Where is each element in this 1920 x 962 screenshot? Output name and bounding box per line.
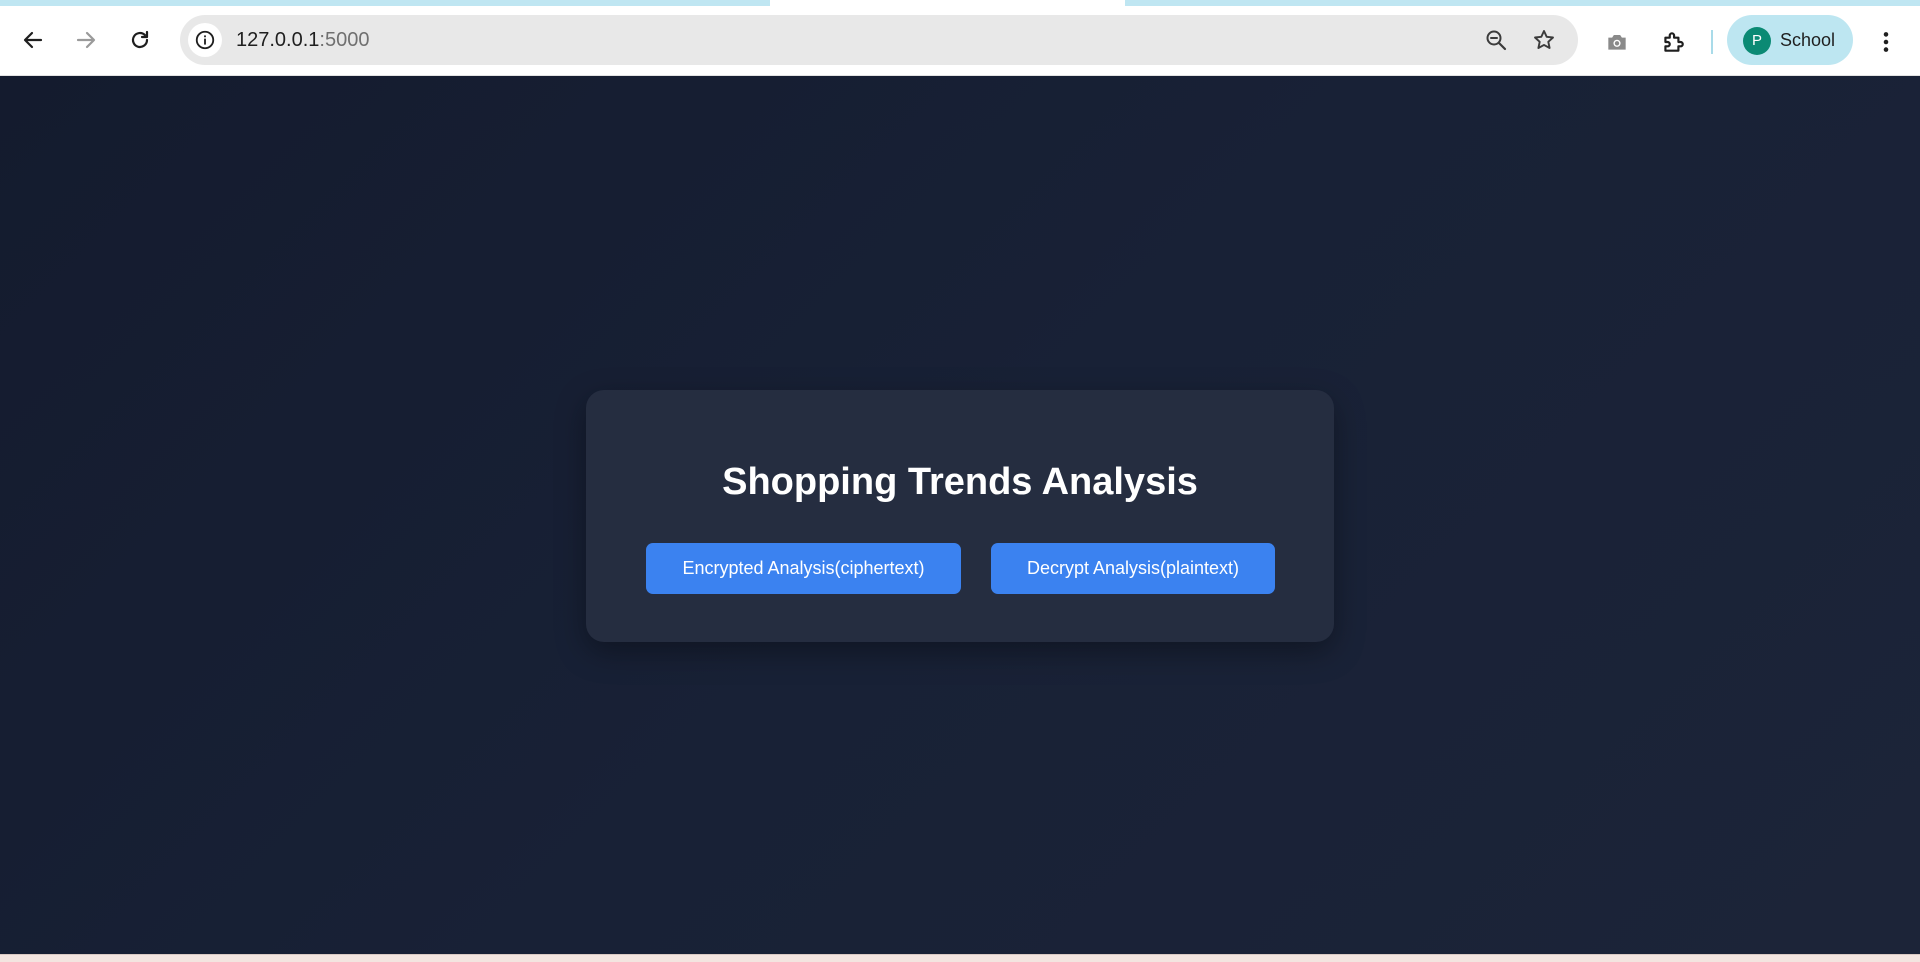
address-bar[interactable]: 127.0.0.1:5000 [180,15,1578,65]
zoom-button[interactable] [1484,28,1508,52]
url-host: 127.0.0.1 [236,29,320,51]
profile-name: School [1780,30,1836,50]
camera-icon [1608,34,1626,50]
reload-icon [131,30,149,49]
back-button[interactable] [13,20,53,60]
url-text[interactable]: 127.0.0.1:5000 [236,29,369,51]
toolbar-divider [1711,30,1713,54]
zoom-out-icon [1486,30,1507,51]
screenshot-button[interactable] [1603,28,1631,56]
arrow-left-icon [23,31,43,49]
kebab-menu-icon [1883,32,1889,52]
bookmark-button[interactable] [1532,28,1556,52]
forward-button[interactable] [66,20,106,60]
bottom-strip [0,954,1920,962]
decrypt-analysis-button[interactable]: Decrypt Analysis(plaintext) [991,543,1275,594]
site-info-button[interactable] [188,23,222,57]
browser-toolbar: 127.0.0.1:5000 P School [0,6,1920,76]
avatar: P [1743,27,1771,55]
puzzle-icon [1664,32,1684,52]
browser-menu-button[interactable] [1872,28,1900,56]
star-icon [1534,30,1554,49]
encrypted-analysis-button[interactable]: Encrypted Analysis(ciphertext) [646,543,961,594]
info-icon [195,30,215,50]
page-title: Shopping Trends Analysis [722,461,1198,503]
analysis-card: Shopping Trends Analysis Encrypted Analy… [586,390,1334,642]
page-viewport: Shopping Trends Analysis Encrypted Analy… [0,76,1920,954]
profile-button[interactable]: P School [1727,15,1853,65]
url-port: :5000 [319,29,370,51]
extensions-button[interactable] [1659,28,1687,56]
reload-button[interactable] [120,20,160,60]
arrow-right-icon [76,31,96,49]
